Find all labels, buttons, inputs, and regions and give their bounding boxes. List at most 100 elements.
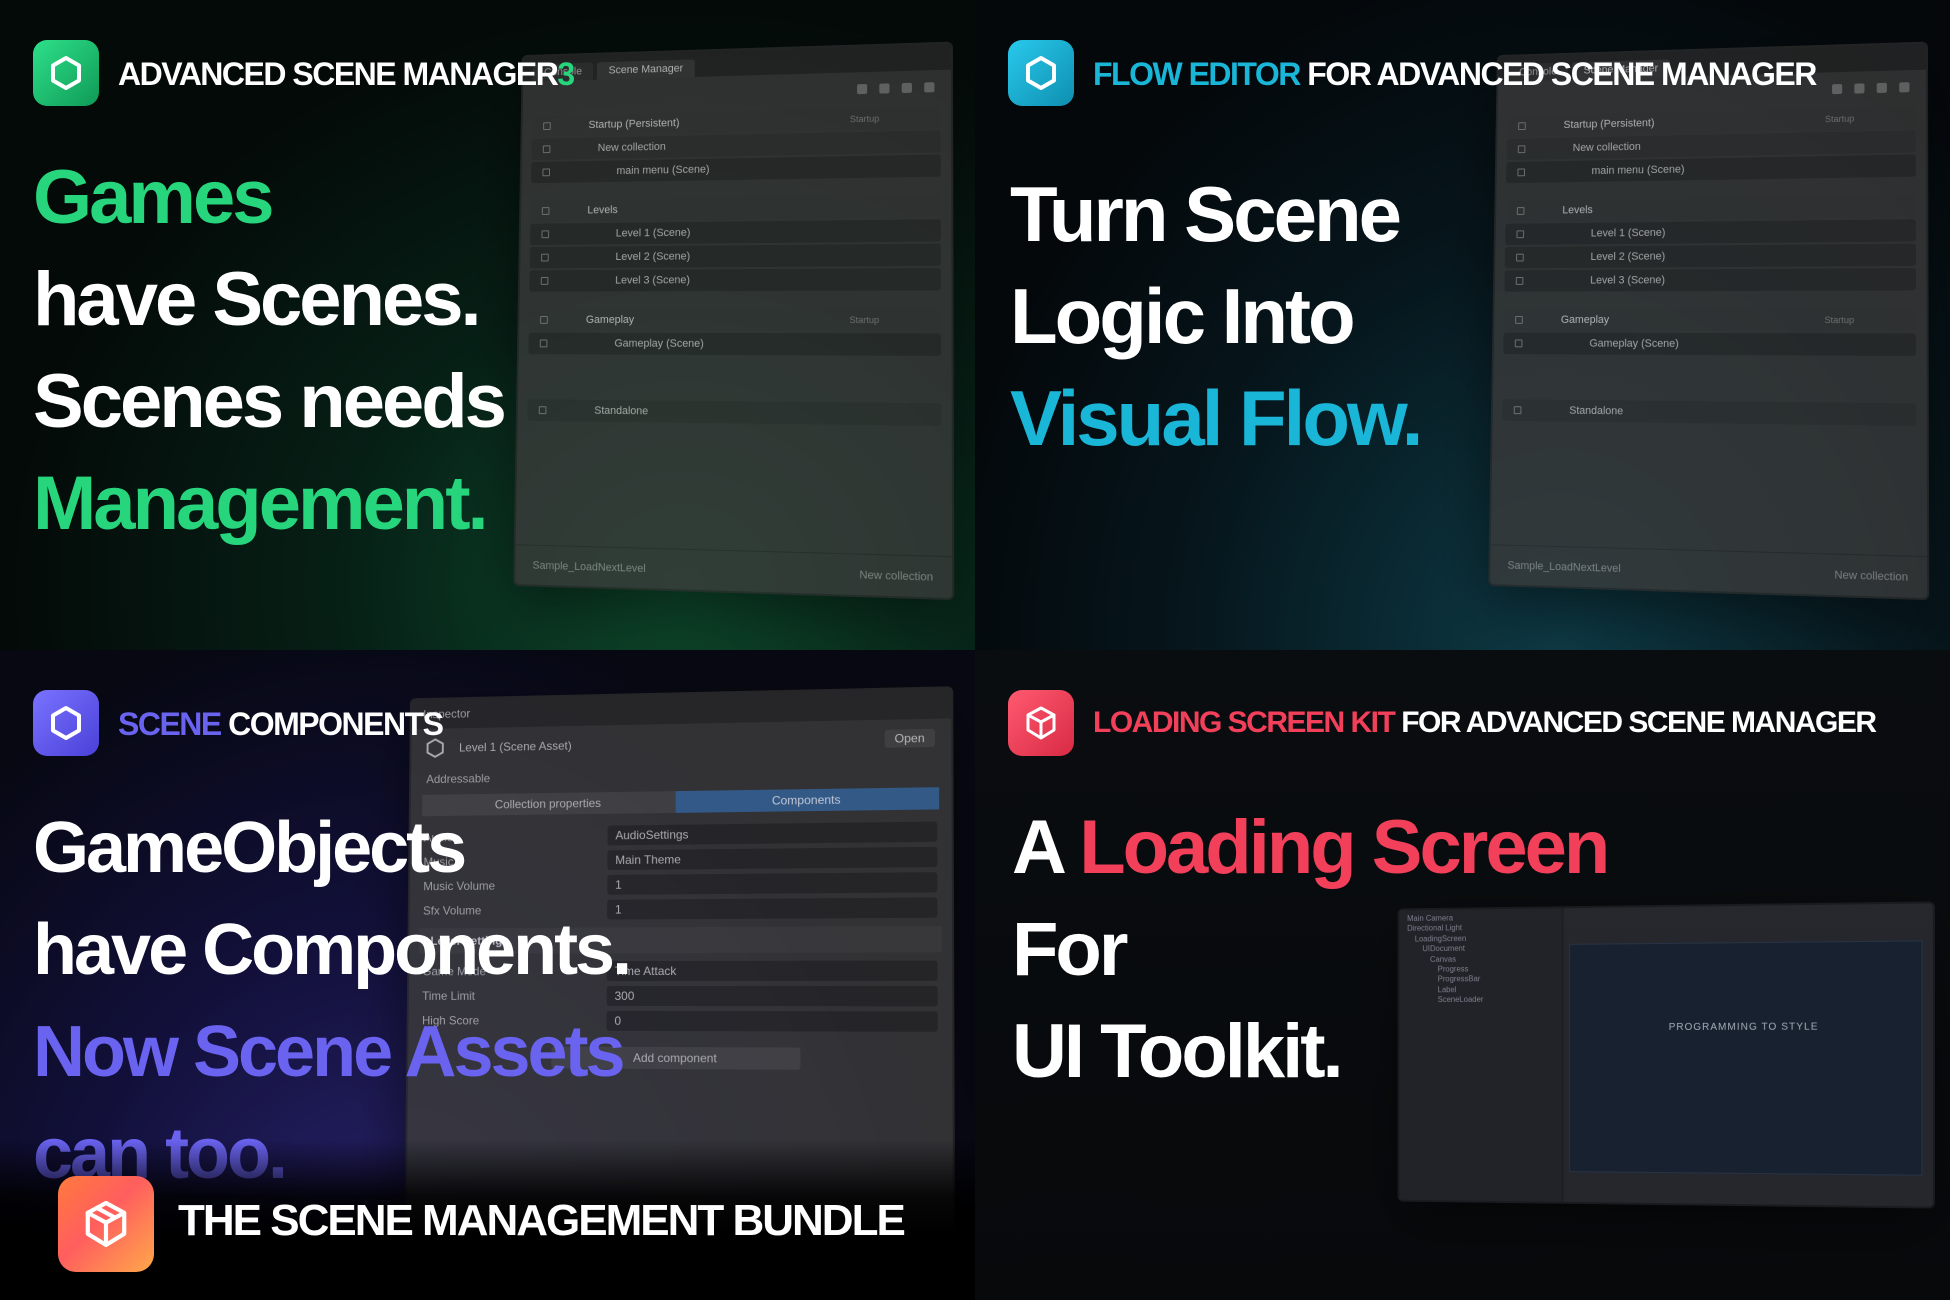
tab-components[interactable]: Components <box>675 787 940 813</box>
checkbox-icon[interactable] <box>541 230 550 239</box>
scene-row[interactable]: Level 3 (Scene) <box>529 267 942 292</box>
brand-main: FOR ADVANCED SCENE MANAGER <box>1394 706 1877 739</box>
headline-line-1: A Loading Screen <box>1012 810 1610 886</box>
checkbox-icon[interactable] <box>1516 253 1524 262</box>
checkbox-icon[interactable] <box>1514 339 1523 348</box>
checkbox-icon[interactable] <box>541 207 550 215</box>
field-value[interactable]: 1 <box>607 897 938 920</box>
checkbox-icon[interactable] <box>542 168 551 177</box>
audio-fields: Audio AudioSettings Music Main Theme Music V… <box>410 819 952 922</box>
search-icon[interactable] <box>857 83 868 95</box>
hierarchy-item[interactable]: Label <box>1407 984 1554 995</box>
list-icon[interactable] <box>879 83 890 94</box>
checkbox-icon[interactable] <box>1513 406 1522 415</box>
loading-screen-kit-panel: Main Camera Directional Light LoadingScree… <box>975 650 1950 1300</box>
field-value[interactable]: Time Attack <box>606 960 938 982</box>
checkbox-icon[interactable] <box>543 122 551 131</box>
headline-accent: Loading Screen <box>1079 805 1610 890</box>
scene-row[interactable]: Level 1 (Scene) <box>1505 219 1916 246</box>
collection-header[interactable]: Gameplay Startup <box>528 308 942 332</box>
row-label: Level 2 (Scene) <box>1590 250 1666 263</box>
field-label: Time Limit <box>422 989 476 1003</box>
open-button[interactable]: Open <box>884 728 935 748</box>
row-label: Gameplay (Scene) <box>1589 337 1679 350</box>
checkbox-icon[interactable] <box>538 406 547 415</box>
row-label: Gameplay (Scene) <box>614 337 704 350</box>
field-value[interactable]: 300 <box>606 985 938 1007</box>
asm3-panel: Console Scene Manager Startup (Persistent… <box>0 0 975 650</box>
scene-row[interactable]: Level 3 (Scene) <box>1504 267 1917 292</box>
headline-line-1: Games <box>33 155 274 240</box>
pin-icon[interactable] <box>1876 82 1887 94</box>
ui-preview: PROGRAMMING TO STYLE <box>1569 940 1923 1176</box>
scene-row[interactable]: Gameplay (Scene) <box>1503 332 1917 356</box>
scene-row[interactable]: Standalone <box>527 399 942 426</box>
search-icon[interactable] <box>1832 83 1843 95</box>
checkbox-icon[interactable] <box>540 277 549 285</box>
brand-main: ADVANCED SCENE MANAGER <box>118 56 559 92</box>
settings-icon[interactable] <box>924 82 935 93</box>
hierarchy-tree: Main Camera Directional Light LoadingScree… <box>1400 908 1563 1009</box>
cube-icon <box>1008 690 1074 756</box>
checkbox-icon[interactable] <box>1515 316 1523 324</box>
row-label: Level 1 (Scene) <box>615 226 691 240</box>
scene-row[interactable]: Level 2 (Scene) <box>529 243 941 269</box>
field-value[interactable]: 1 <box>607 872 938 895</box>
brand-title: SCENE COMPONENTS <box>118 706 444 743</box>
inspector-field: Music Volume 1 <box>423 870 938 898</box>
footer-profile[interactable]: Sample_LoadNextLevel <box>1507 559 1620 574</box>
headline-line-3: Visual Flow. <box>1010 374 1423 462</box>
new-collection-button[interactable]: New collection <box>1834 569 1908 584</box>
scene-row[interactable]: Standalone <box>1502 399 1917 426</box>
checkbox-icon[interactable] <box>541 253 549 262</box>
checkbox-icon[interactable] <box>542 145 551 154</box>
headline-line-3: Scenes needs <box>33 359 507 444</box>
collection-header[interactable]: Gameplay Startup <box>1503 308 1917 332</box>
headline-line-3: Now Scene Assets <box>33 1012 626 1092</box>
scene-row[interactable]: Level 1 (Scene) <box>530 219 941 246</box>
field-value[interactable]: 0 <box>606 1010 938 1032</box>
hierarchy-item[interactable]: SceneLoader <box>1407 995 1554 1006</box>
hexagon-icon <box>33 40 99 106</box>
tab-scene-manager[interactable]: Scene Manager <box>597 59 695 80</box>
row-label: Level 3 (Scene) <box>1590 274 1666 287</box>
checkbox-icon[interactable] <box>1517 145 1526 154</box>
row-label: Startup (Persistent) <box>588 117 680 132</box>
row-label: Startup (Persistent) <box>1563 117 1655 132</box>
headline-line-2: Logic Into <box>1010 272 1356 360</box>
field-value[interactable]: AudioSettings <box>607 821 938 846</box>
brand-main: COMPONENTS <box>220 706 444 742</box>
scene-row[interactable]: Gameplay (Scene) <box>528 332 942 356</box>
footer-profile[interactable]: Sample_LoadNextLevel <box>532 559 645 574</box>
row-label: Gameplay <box>585 314 635 326</box>
scene-row[interactable]: Level 2 (Scene) <box>1504 243 1916 269</box>
list-icon[interactable] <box>1854 83 1865 94</box>
checkbox-icon[interactable] <box>1515 277 1524 285</box>
field-value[interactable]: Main Theme <box>607 846 938 871</box>
checkbox-icon[interactable] <box>1516 230 1525 239</box>
headline-line-3: UI Toolkit. <box>1012 1009 1344 1094</box>
new-collection-button[interactable]: New collection <box>859 569 933 584</box>
row-label: Levels <box>587 204 618 217</box>
brand-main: FOR ADVANCED SCENE MANAGER <box>1299 56 1817 92</box>
checkbox-icon[interactable] <box>1516 207 1525 215</box>
row-label: Standalone <box>594 404 649 418</box>
brand-accent: 3 <box>557 56 575 92</box>
settings-icon[interactable] <box>1899 82 1910 93</box>
checkbox-icon[interactable] <box>1517 168 1526 177</box>
pin-icon[interactable] <box>901 82 912 94</box>
collection-header[interactable]: Levels <box>1505 194 1916 222</box>
brand-accent: LOADING SCREEN KIT <box>1093 706 1396 739</box>
collection-header[interactable]: Levels <box>530 194 941 222</box>
checkbox-icon[interactable] <box>539 339 548 348</box>
row-label: New collection <box>597 140 666 155</box>
hexagon-icon <box>1008 40 1074 106</box>
scene-manager-footer: Sample_LoadNextLevel New collection <box>1490 544 1928 598</box>
checkbox-icon[interactable] <box>540 316 548 324</box>
headline-line-2: have Scenes. <box>33 257 482 342</box>
checkbox-icon[interactable] <box>1518 122 1526 131</box>
hierarchy-panel: Main Camera Directional Light LoadingScree… <box>1399 908 1564 1202</box>
headline-line-2: For <box>1012 907 1128 992</box>
